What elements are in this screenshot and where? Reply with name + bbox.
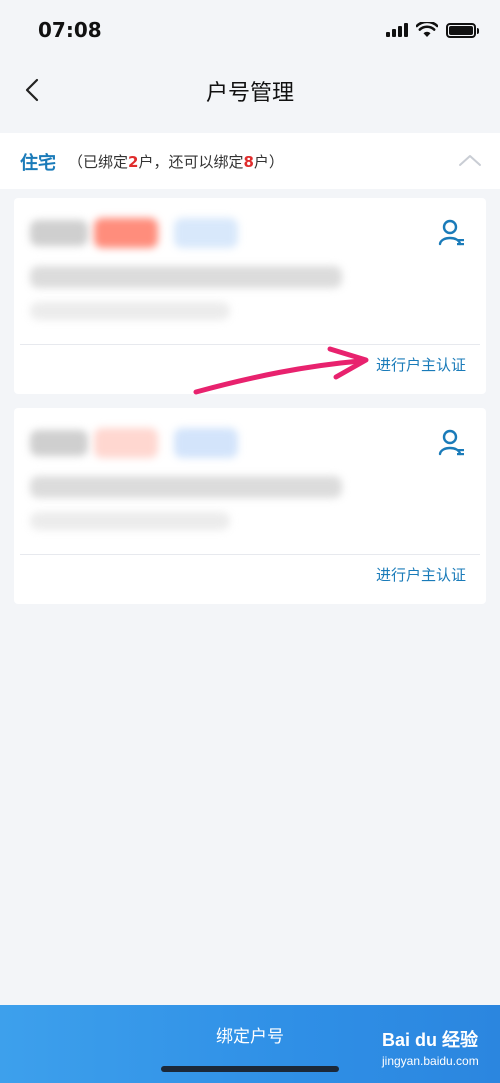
home-indicator (161, 1066, 339, 1072)
card-divider (20, 344, 480, 345)
house-card: 进行户主认证 (14, 198, 486, 394)
blurred-account-number (30, 512, 230, 530)
status-bar: 07:08 (0, 0, 500, 64)
blurred-household-name (30, 220, 88, 246)
blurred-household-name (30, 430, 88, 456)
signal-icon (386, 23, 408, 37)
bound-count: 2 (128, 153, 139, 171)
status-time: 07:08 (38, 18, 102, 42)
chevron-up-icon (459, 155, 481, 166)
section-title: 住宅 (20, 153, 56, 174)
owner-verify-link[interactable]: 进行户主认证 (376, 354, 466, 375)
house-card: 进行户主认证 (14, 408, 486, 604)
status-icons (386, 22, 479, 38)
collapse-button[interactable] (454, 147, 486, 175)
card-divider (20, 554, 480, 555)
owner-icon[interactable] (438, 218, 466, 248)
wifi-icon (416, 22, 438, 37)
blurred-status-tag (94, 428, 158, 458)
blurred-account-number (30, 302, 230, 320)
remaining-count: 8 (243, 153, 254, 171)
blurred-status-tag (94, 218, 158, 248)
baidu-watermark-logo: Bai du 经验 jingyan.baidu.com (382, 1026, 492, 1076)
blurred-type-tag (174, 218, 238, 248)
nav-bar: 户号管理 (0, 64, 500, 116)
watermark-brand: Bai du 经验 (382, 1030, 479, 1050)
page-title: 户号管理 (205, 81, 294, 106)
owner-icon[interactable] (438, 428, 466, 458)
user-icon (438, 429, 464, 456)
blurred-address (30, 266, 342, 288)
blurred-type-tag (174, 428, 238, 458)
owner-verify-link[interactable]: 进行户主认证 (376, 564, 466, 585)
binding-summary-suffix: 户） (253, 153, 284, 171)
binding-summary-middle: 户，还可以绑定 (138, 153, 244, 171)
blurred-address (30, 476, 342, 498)
watermark-url: jingyan.baidu.com (382, 1054, 479, 1068)
binding-summary-prefix: （已绑定 (68, 153, 129, 171)
binding-summary: （已绑定2户，还可以绑定8户） (68, 151, 284, 172)
battery-icon (446, 22, 479, 38)
user-icon (438, 219, 464, 246)
section-header: 住宅 （已绑定2户，还可以绑定8户） (0, 133, 500, 189)
